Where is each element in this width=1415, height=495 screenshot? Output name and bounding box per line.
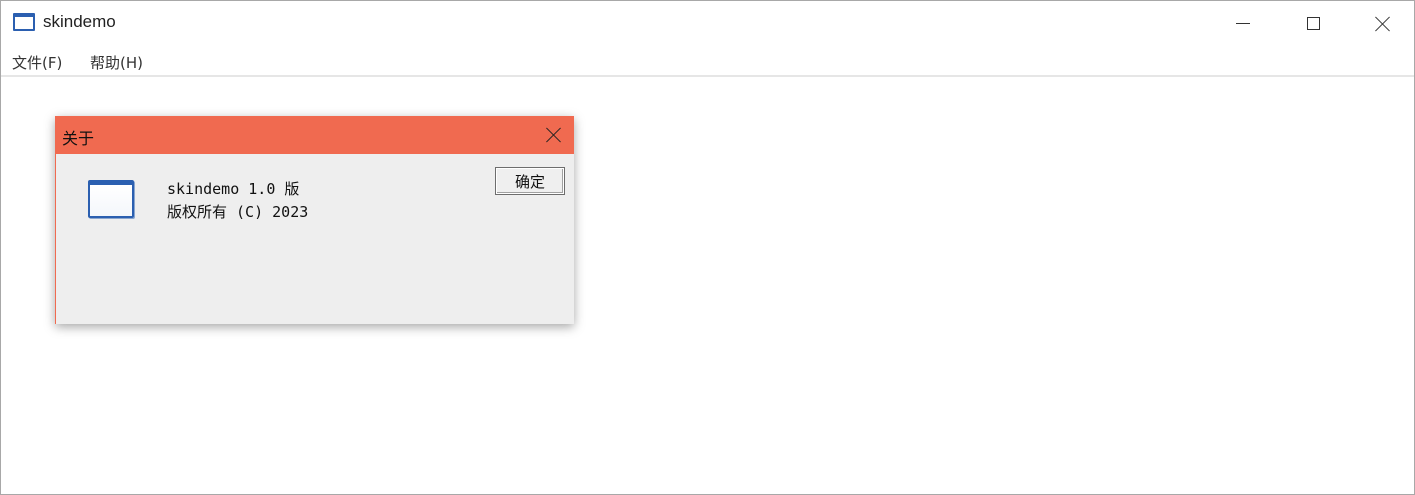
dialog-close-button[interactable] — [534, 116, 574, 154]
close-icon — [1375, 16, 1391, 32]
close-button[interactable] — [1360, 1, 1406, 46]
app-window-icon — [13, 13, 35, 31]
window-title: skindemo — [43, 12, 116, 31]
menu-help[interactable]: 帮助(H) — [90, 52, 143, 73]
maximize-button[interactable] — [1290, 1, 1336, 46]
copyright-text: 版权所有 (C) 2023 — [167, 203, 309, 221]
about-dialog: 关于 skindemo 1.0 版 版权所有 (C) 2023 确定 — [55, 116, 574, 324]
window-titlebar[interactable]: skindemo — [1, 1, 1414, 46]
dialog-titlebar[interactable]: 关于 — [56, 116, 574, 154]
dialog-title: 关于 — [62, 129, 95, 148]
app-window-icon — [88, 180, 134, 218]
ok-button[interactable]: 确定 — [495, 167, 565, 195]
menu-file[interactable]: 文件(F) — [12, 52, 62, 73]
maximize-icon — [1306, 17, 1320, 30]
minimize-button[interactable] — [1220, 1, 1266, 46]
minimize-icon — [1236, 23, 1250, 24]
close-icon — [546, 127, 562, 143]
version-text: skindemo 1.0 版 — [167, 180, 300, 198]
menu-bar: 文件(F) 帮助(H) — [1, 48, 1414, 77]
